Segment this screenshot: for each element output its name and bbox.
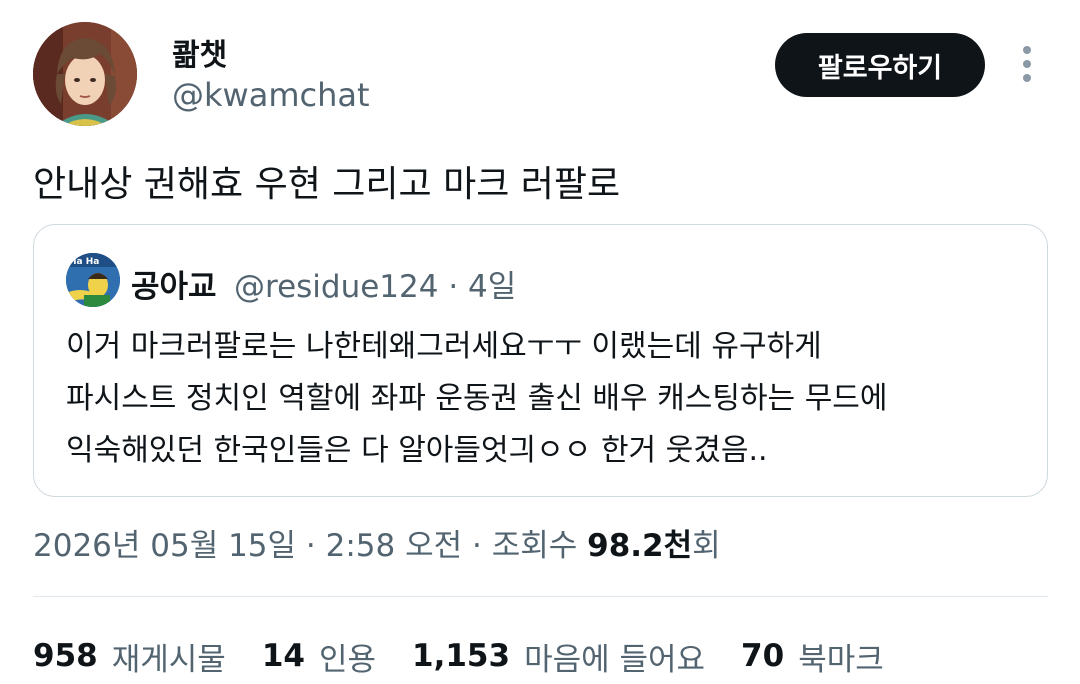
quoted-age: · 4일	[438, 269, 517, 305]
quoted-text-line: 파시스트 정치인 역할에 좌파 운동권 출신 배우 캐스팅하는 무드에	[66, 381, 888, 416]
stat-count: 14	[261, 638, 305, 674]
quoted-display-name[interactable]: 공아교	[131, 261, 217, 306]
stat-count: 1,153	[412, 638, 511, 674]
views-suffix: 회	[692, 528, 721, 564]
stat-likes[interactable]: 1,153 마음에 들어요	[412, 634, 705, 679]
tweet-date[interactable]: 2026년 05월 15일	[33, 528, 296, 564]
stat-count: 958	[33, 638, 98, 674]
stat-quotes[interactable]: 14 인용	[262, 634, 376, 679]
avatar-illustration	[33, 22, 137, 126]
engagement-stats: 958 재게시물 14 인용 1,153 마음에 들어요 70 북마크	[33, 634, 920, 679]
quoted-text-line: 익숙해있던 한국인들은 다 알아들엇긔ㅇㅇ 한거 웃겼음..	[66, 433, 768, 468]
author-avatar[interactable]	[33, 22, 137, 126]
tweet-time[interactable]: 2:58 오전	[326, 528, 463, 564]
follow-button[interactable]: 팔로우하기	[775, 33, 985, 97]
quoted-text-line: 이거 마크러팔로는 나한테왜그러세요ㅜㅜ 이랬는데 유구하게	[66, 329, 822, 364]
author-display-name[interactable]: 콺챗	[172, 30, 227, 74]
stat-bookmarks[interactable]: 70 북마크	[741, 634, 884, 679]
quoted-author-avatar[interactable]: Ha Ha	[66, 253, 120, 307]
more-dot	[1023, 74, 1031, 82]
stat-label: 인용	[318, 641, 376, 678]
author-handle[interactable]: @kwamchat	[172, 76, 370, 114]
tweet-meta: 2026년 05월 15일 · 2:58 오전 · 조회수 98.2천회	[33, 520, 721, 565]
meta-separator: ·	[462, 528, 492, 564]
divider	[33, 596, 1048, 597]
stat-label: 마음에 들어요	[524, 641, 706, 678]
quoted-avatar-illustration: Ha Ha	[66, 253, 120, 307]
more-options-icon[interactable]	[1010, 42, 1044, 86]
quoted-handle-and-age[interactable]: @residue124 · 4일	[234, 261, 516, 306]
stat-count: 70	[741, 638, 785, 674]
meta-separator: ·	[296, 528, 326, 564]
quoted-text: 이거 마크러팔로는 나한테왜그러세요ㅜㅜ 이랬는데 유구하게 파시스트 정치인 …	[66, 321, 1026, 477]
avatar-text: Ha Ha	[69, 257, 99, 267]
views-count: 98.2천	[587, 528, 693, 564]
views-label: 조회수	[491, 528, 588, 564]
stat-reposts[interactable]: 958 재게시물	[33, 634, 226, 679]
tweet-header: 콺챗 @kwamchat 팔로우하기	[0, 0, 1080, 140]
stat-label: 북마크	[798, 641, 884, 678]
tweet-text: 안내상 권해효 우현 그리고 마크 러팔로	[33, 164, 621, 205]
more-dot	[1023, 60, 1031, 68]
more-dot	[1023, 46, 1031, 54]
stat-label: 재게시물	[111, 641, 226, 678]
quoted-tweet[interactable]: Ha Ha 공아교 @residue124 · 4일 이거 마크러팔로는 나한테…	[33, 224, 1048, 497]
quoted-handle: @residue124	[234, 269, 439, 305]
